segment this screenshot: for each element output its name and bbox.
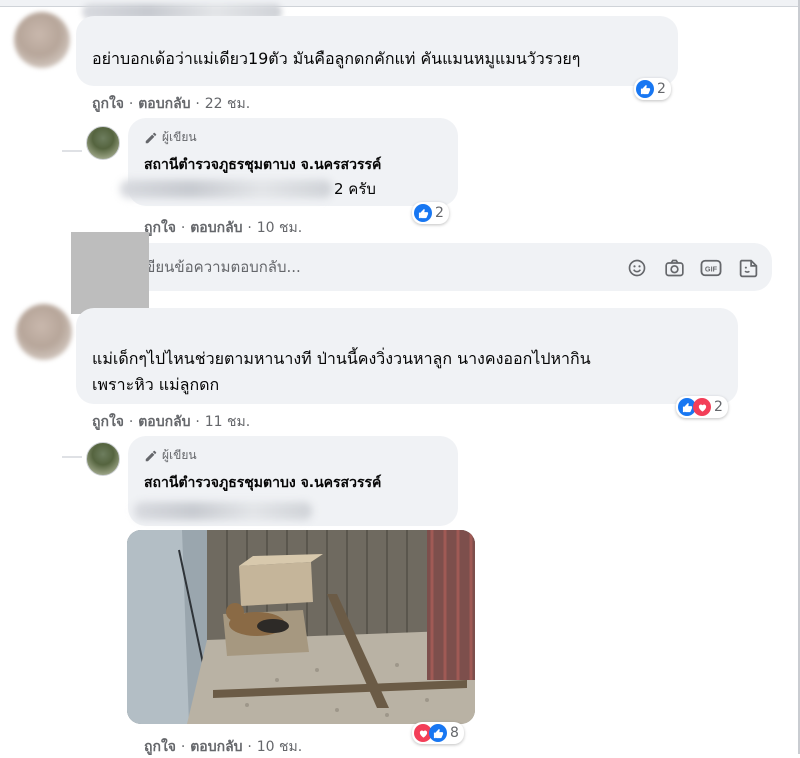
comment-actions: ถูกใจ · ตอบกลับ · 22 ชม. bbox=[92, 93, 250, 115]
like-link[interactable]: ถูกใจ bbox=[144, 739, 176, 755]
redacted-reply-text bbox=[134, 502, 312, 520]
thread-connector bbox=[62, 456, 82, 458]
author-badge-label: ผู้เขียน bbox=[162, 130, 197, 144]
reply-author-name[interactable]: สถานีตำรวจภูธรชุมตาบง จ.นครสวรรค์ bbox=[144, 154, 381, 176]
comment-text: อย่าบอกเด้อว่าแม่เดียว19ตัว มันคือลูกดกค… bbox=[92, 49, 581, 68]
reply-text: 2 ครับ bbox=[334, 180, 376, 198]
attached-photo-dog-with-puppies[interactable] bbox=[127, 530, 475, 724]
pencil-icon bbox=[145, 450, 157, 461]
reply-link[interactable]: ตอบกลับ bbox=[190, 220, 242, 236]
reply-actions: ถูกใจ · ตอบกลับ · 10 ชม. bbox=[144, 217, 302, 239]
reaction-summary[interactable]: 2 bbox=[412, 202, 449, 224]
like-reaction-icon bbox=[429, 724, 447, 742]
page-avatar[interactable] bbox=[86, 126, 120, 160]
reaction-summary[interactable]: 2 bbox=[634, 78, 671, 100]
pencil-icon bbox=[145, 132, 157, 143]
redacted-user-avatar bbox=[71, 232, 149, 314]
comment-actions: ถูกใจ · ตอบกลับ · 11 ชม. bbox=[92, 411, 250, 433]
separator: · bbox=[128, 414, 134, 430]
reaction-count: 2 bbox=[657, 81, 666, 97]
commenter-avatar[interactable] bbox=[16, 304, 72, 360]
like-link[interactable]: ถูกใจ bbox=[92, 414, 124, 430]
thread-connector bbox=[62, 150, 82, 152]
reaction-summary[interactable]: 8 bbox=[412, 722, 464, 744]
like-link[interactable]: ถูกใจ bbox=[92, 96, 124, 112]
separator: · bbox=[180, 739, 186, 755]
sticker-icon[interactable] bbox=[737, 257, 759, 279]
reply-input-placeholder[interactable]: เขียนข้อความตอบกลับ... bbox=[140, 255, 301, 279]
author-badge-label: ผู้เขียน bbox=[162, 448, 197, 462]
camera-icon[interactable] bbox=[663, 257, 685, 279]
timestamp[interactable]: 10 ชม. bbox=[257, 739, 302, 755]
reaction-count: 2 bbox=[435, 205, 444, 221]
author-badge: ผู้เขียน bbox=[144, 128, 197, 147]
reply-actions: ถูกใจ · ตอบกลับ · 10 ชม. bbox=[144, 736, 302, 758]
like-reaction-icon bbox=[636, 80, 654, 98]
reaction-summary[interactable]: 2 bbox=[676, 396, 728, 418]
emoji-icon[interactable] bbox=[626, 257, 648, 279]
comment-text-line-1: แม่เด็กๆไปไหนช่วยตามหานางที ป่านนี้คงวิ่… bbox=[92, 349, 591, 368]
reply-link[interactable]: ตอบกลับ bbox=[138, 96, 190, 112]
separator: · bbox=[247, 220, 252, 236]
separator: · bbox=[195, 96, 200, 112]
reply-link[interactable]: ตอบกลับ bbox=[138, 414, 190, 430]
like-reaction-icon bbox=[414, 204, 432, 222]
separator: · bbox=[247, 739, 252, 755]
separator: · bbox=[180, 220, 186, 236]
comment-text-line-2: เพราะหิว แม่ลูกดก bbox=[92, 375, 220, 394]
timestamp[interactable]: 10 ชม. bbox=[257, 220, 302, 236]
page-avatar[interactable] bbox=[86, 442, 120, 476]
reply-author-name[interactable]: สถานีตำรวจภูธรชุมตาบง จ.นครสวรรค์ bbox=[144, 472, 381, 494]
separator: · bbox=[128, 96, 134, 112]
timestamp[interactable]: 22 ชม. bbox=[205, 96, 250, 112]
love-reaction-icon bbox=[693, 398, 711, 416]
reaction-count: 2 bbox=[714, 399, 723, 415]
reaction-count: 8 bbox=[450, 725, 459, 741]
photo-illustration bbox=[127, 530, 475, 724]
gif-icon[interactable]: GIF bbox=[700, 257, 722, 279]
separator: · bbox=[195, 414, 200, 430]
redacted-reply-text bbox=[120, 180, 332, 198]
gif-icon-label: GIF bbox=[705, 265, 718, 274]
author-badge: ผู้เขียน bbox=[144, 446, 197, 465]
commenter-avatar[interactable] bbox=[14, 12, 70, 68]
reply-link[interactable]: ตอบกลับ bbox=[190, 739, 242, 755]
timestamp[interactable]: 11 ชม. bbox=[205, 414, 250, 430]
